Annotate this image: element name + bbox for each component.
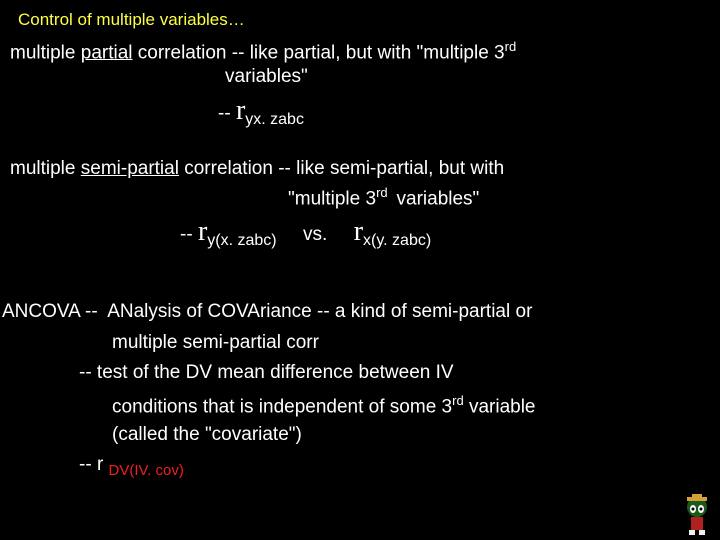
- mp-f-r: r: [236, 95, 245, 126]
- msp-vs: vs.: [277, 224, 354, 245]
- mp-rd-sup: rd: [505, 39, 517, 54]
- msp-formula: -- ry(x. zabc) vs. rx(y. zabc): [180, 216, 431, 250]
- msp-pre: multiple: [10, 158, 81, 179]
- msp-line2: "multiple 3rd variables": [288, 185, 479, 210]
- msp-f-r2: r: [354, 216, 363, 247]
- mp-line2: variables": [225, 66, 308, 88]
- mp-post: correlation -- like partial, but with "m…: [133, 42, 505, 63]
- anc-l3b: variable: [464, 396, 536, 417]
- anc-rd-sup: rd: [452, 393, 464, 408]
- cartoon-icon: [680, 494, 714, 536]
- msp-f-r1: r: [198, 216, 207, 247]
- anc-line3: conditions that is independent of some 3…: [112, 393, 536, 418]
- msp-rd-sup: rd: [376, 185, 391, 200]
- msp-post: correlation -- like semi-partial, but wi…: [179, 158, 504, 179]
- mp-pre: multiple: [10, 42, 81, 63]
- mp-line1: multiple partial correlation -- like par…: [10, 39, 516, 64]
- msp-f-sub2: x(y. zabc): [363, 232, 431, 249]
- msp-semi-word: semi-partial: [81, 158, 179, 179]
- msp-line1: multiple semi-partial correlation -- lik…: [10, 158, 504, 180]
- anc-formula: -- r DV(IV. cov): [79, 454, 184, 479]
- anc-line2: -- test of the DV mean difference betwee…: [79, 362, 454, 384]
- slide: Control of multiple variables… multiple …: [0, 0, 720, 540]
- anc-l3a: conditions that is independent of some 3: [112, 396, 452, 417]
- anc-line4: (called the "covariate"): [112, 424, 302, 446]
- anc-f-r: r: [97, 454, 109, 475]
- msp-l2b: variables": [391, 188, 479, 209]
- anc-line1b: multiple semi-partial corr: [112, 332, 319, 354]
- mp-f-sub: yx. zabc: [245, 111, 304, 128]
- mp-partial-word: partial: [81, 42, 133, 63]
- anc-f-sub: DV(IV. cov): [109, 462, 184, 479]
- mp-formula: -- ryx. zabc: [218, 95, 304, 129]
- msp-l2a: "multiple 3: [288, 188, 376, 209]
- mp-f-dashes: --: [218, 103, 236, 124]
- slide-title: Control of multiple variables…: [18, 10, 245, 30]
- msp-f-dashes: --: [180, 224, 198, 245]
- anc-f-dashes: --: [79, 454, 97, 475]
- msp-f-sub1: y(x. zabc): [207, 232, 276, 249]
- anc-line1: ANCOVA -- ANalysis of COVAriance -- a ki…: [2, 301, 532, 323]
